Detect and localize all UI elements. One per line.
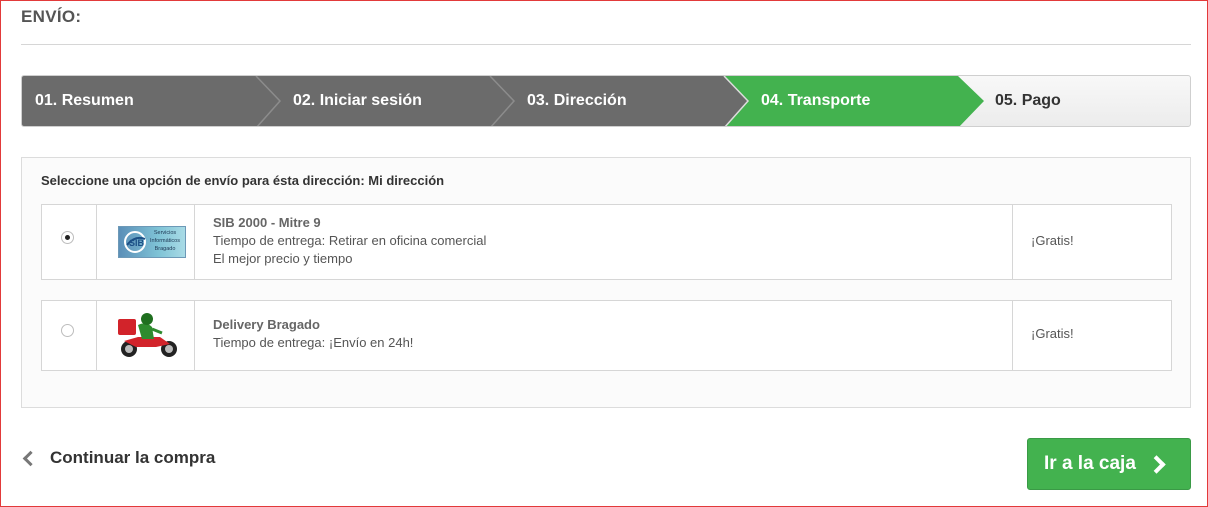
carrier-delivery-time: Tiempo de entrega: Retirar en oficina co… — [213, 233, 487, 248]
step-resumen[interactable]: 01. Resumen — [35, 76, 134, 126]
carrier-price: ¡Gratis! — [1031, 233, 1074, 248]
carrier-logo-cell — [97, 301, 195, 370]
page-title: ENVÍO: — [21, 7, 82, 26]
carrier-info-cell: SIB 2000 - Mitre 9 Tiempo de entrega: Re… — [195, 205, 1013, 279]
logo-text-line-1: Servicios — [153, 230, 177, 236]
carrier-heading: Seleccione una opción de envío para ésta… — [41, 173, 445, 188]
carrier-note: El mejor precio y tiempo — [213, 251, 353, 266]
radio-cell[interactable] — [42, 301, 97, 370]
checkout-steps: 01. Resumen 02. Iniciar sesión 03. Direc… — [21, 75, 1191, 127]
chevron-right-icon — [1147, 454, 1166, 474]
continue-shopping-label: Continuar la compra — [50, 448, 216, 467]
step-direccion[interactable]: 03. Dirección — [527, 76, 627, 126]
checkout-button-label: Ir a la caja — [1044, 453, 1136, 474]
carrier-delivery-time: Tiempo de entrega: ¡Envío en 24h! — [213, 335, 414, 350]
carrier-info-cell: Delivery Bragado Tiempo de entrega: ¡Env… — [195, 301, 1013, 370]
title-divider — [21, 44, 1191, 45]
carrier-price: ¡Gratis! — [1031, 326, 1074, 341]
carrier-option-sib[interactable]: SIB Servicios Informáticos Bragado SIB 2… — [41, 204, 1172, 280]
carrier-logo-cell: SIB Servicios Informáticos Bragado — [97, 205, 195, 279]
carrier-name: SIB 2000 - Mitre 9 — [213, 215, 321, 230]
step-pago: 05. Pago — [995, 92, 1061, 109]
logo-text-line-3: Bragado — [154, 246, 176, 252]
carrier-name: Delivery Bragado — [213, 317, 320, 332]
step-transporte: 04. Transporte — [761, 92, 871, 109]
radio-button[interactable] — [61, 324, 74, 337]
radio-button-selected[interactable] — [61, 231, 74, 244]
carrier-option-delivery[interactable]: Delivery Bragado Tiempo de entrega: ¡Env… — [41, 300, 1172, 371]
delivery-motorbike-icon — [118, 313, 177, 357]
sib-servicios-logo: SIB Servicios Informáticos Bragado — [118, 226, 186, 258]
step-iniciar-sesion[interactable]: 02. Iniciar sesión — [293, 76, 422, 126]
logo-text-line-2: Informáticos — [150, 238, 180, 244]
continue-shopping-link[interactable]: Continuar la compra — [21, 448, 215, 468]
radio-cell[interactable] — [42, 205, 97, 279]
svg-text:SIB: SIB — [129, 238, 145, 248]
carrier-selection-panel: Seleccione una opción de envío para ésta… — [21, 157, 1191, 408]
checkout-button[interactable]: Ir a la caja — [1027, 438, 1191, 490]
chevron-left-icon — [22, 450, 39, 466]
